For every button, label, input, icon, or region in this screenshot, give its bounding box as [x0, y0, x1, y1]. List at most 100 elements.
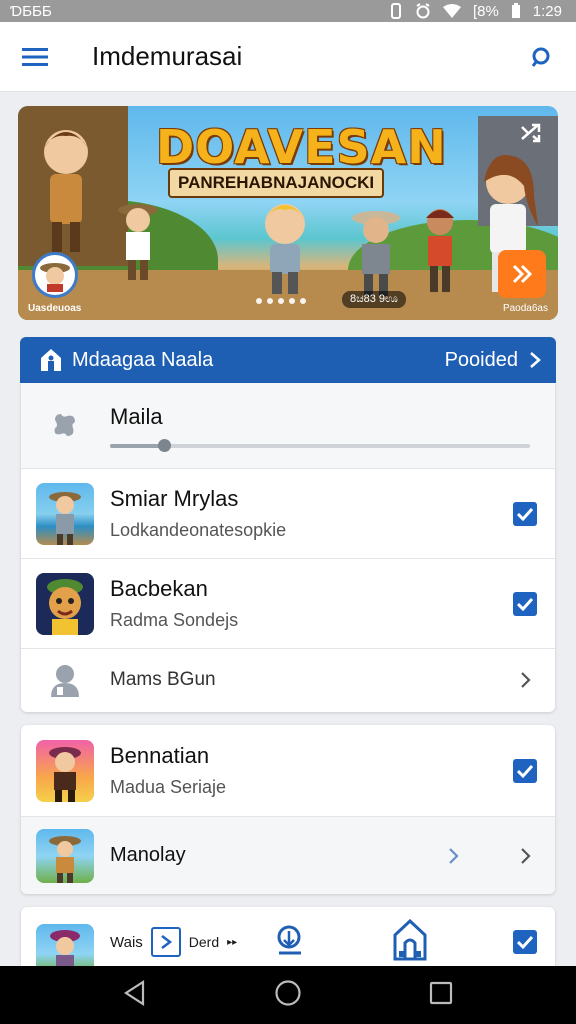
battery-icon [511, 3, 521, 19]
row-text: Bennatian Madua Seriaje [110, 743, 513, 798]
status-icons: [8% 1:29 [389, 3, 562, 20]
carousel-dot[interactable] [278, 298, 284, 304]
game-thumbnail [36, 572, 94, 635]
search-icon [531, 47, 550, 67]
game-thumbnail [36, 482, 94, 545]
back-triangle-icon [124, 979, 145, 1006]
game-thumbnail [36, 739, 94, 802]
check-icon [517, 935, 533, 949]
expand-button[interactable] [441, 844, 465, 868]
carousel-dot[interactable] [267, 298, 273, 304]
row-text: Smiar Mrylas Lodkandeonatesopkie [110, 486, 513, 541]
row-text: Manolay [110, 844, 441, 867]
row-subtitle: Madua Seriaje [110, 777, 227, 797]
progress-fill [110, 443, 164, 448]
row-title: Mams BGun [110, 668, 216, 690]
section-header[interactable]: Mdaagaa Naala Pooided [20, 337, 556, 383]
search-button[interactable] [506, 22, 576, 92]
row-title: Smiar Mrylas [110, 486, 239, 511]
banner-subtitle: PANREHABNAJANOCKI [168, 168, 385, 198]
shuffle-icon [521, 123, 541, 143]
row-subtitle: Lodkandeonatesopkie [110, 520, 287, 540]
cloud-download-icon[interactable] [275, 923, 305, 962]
chevron-button[interactable] [513, 668, 537, 692]
house-icon[interactable] [393, 918, 427, 966]
carousel-dot[interactable] [289, 298, 295, 304]
row-title: Bennatian [110, 743, 210, 768]
banner-character-4 [348, 206, 404, 296]
progress-slider[interactable] [110, 438, 530, 452]
row-title: Maila [110, 403, 163, 429]
row-title: Wais [110, 933, 143, 951]
battery-text: [8% [472, 2, 499, 20]
status-left-text: ƊƂƂƂ [10, 2, 52, 20]
row-title: Bacbekan [110, 576, 208, 601]
banner-character-5 [418, 202, 462, 292]
check-icon [517, 507, 533, 521]
chevron-right-icon [449, 847, 459, 864]
home-button[interactable] [274, 979, 302, 1012]
carousel-dots[interactable] [256, 298, 306, 304]
checkbox-checked[interactable] [513, 758, 537, 783]
list-item[interactable]: Mams BGun [21, 649, 555, 710]
list-item[interactable]: Manolay [21, 817, 555, 894]
app-bar: Imdemurasai [0, 22, 576, 92]
chevron-right-icon [530, 352, 541, 368]
more-icon: ▸▸ [227, 936, 238, 948]
app-title: Imdemurasai [92, 41, 243, 71]
list-item[interactable]: Bennatian Madua Seriaje [21, 725, 555, 817]
wifi-icon [442, 4, 461, 18]
row-icon-wrap [36, 410, 94, 442]
section-title: Mdaagaa Naala [72, 348, 214, 371]
puzzle-icon [54, 413, 75, 436]
home-circle-icon [275, 979, 301, 1006]
carousel-dot[interactable] [300, 298, 306, 304]
banner-play-label: Paoda6as [502, 303, 548, 314]
chevron-right-icon [521, 847, 531, 864]
game-thumbnail [36, 828, 94, 883]
play-arrow-icon [512, 264, 533, 284]
system-nav-bar [0, 966, 576, 1024]
slider-thumb[interactable] [158, 438, 171, 452]
carousel-dot[interactable] [256, 298, 262, 304]
chevron-button[interactable] [513, 844, 537, 868]
game-list-card-2: Bennatian Madua Seriaje Manolay [21, 725, 555, 894]
section-action-label[interactable]: Pooided [445, 349, 518, 372]
row-subtitle: Radma Sondejs [110, 610, 239, 630]
back-button[interactable] [123, 979, 147, 1011]
banner-avatar-label: Uasdeuoas [28, 303, 82, 314]
arrow-box-icon[interactable] [150, 927, 181, 957]
chevron-right-icon [521, 671, 531, 688]
row-text: Wais Derd ▸▸ [110, 918, 513, 966]
banner-avatar[interactable] [32, 252, 78, 298]
list-item[interactable]: Bacbekan Radma Sondejs [21, 559, 555, 649]
shuffle-button[interactable] [516, 118, 546, 148]
alarm-icon [415, 3, 431, 19]
row-text: Bacbekan Radma Sondejs [110, 576, 513, 631]
banner-character-3 [250, 198, 320, 294]
banner-character-2 [118, 200, 158, 280]
row-icon-wrap [36, 663, 94, 697]
list-item[interactable]: Smiar Mrylas Lodkandeonatesopkie [21, 469, 555, 559]
row-text: Maila [110, 403, 555, 452]
checkbox-checked[interactable] [513, 501, 537, 526]
list-item[interactable]: Maila [21, 383, 555, 469]
hamburger-icon [22, 47, 48, 66]
home-icon [41, 349, 61, 371]
checkbox-checked[interactable] [513, 930, 537, 954]
checkbox-checked[interactable] [513, 591, 537, 616]
row-title: Manolay [110, 844, 186, 866]
game-list-card-1: Maila Smiar Mrylas Lodkandeonatesopkie B… [21, 383, 555, 712]
check-icon [517, 764, 533, 778]
menu-button[interactable] [0, 22, 70, 92]
row-extra: Derd [188, 934, 220, 950]
person-icon [51, 664, 79, 697]
banner-play-button[interactable] [498, 250, 546, 298]
featured-banner[interactable]: DOAVESAN PANREHABNAJANOCKI Uasdeuoas 8ಚ8… [18, 106, 558, 320]
clock: 1:29 [532, 2, 562, 20]
banner-info-pill: 8ಚ83 9ಊ [342, 291, 406, 308]
banner-character-1 [36, 124, 96, 254]
status-bar: ƊƂƂƂ [8% 1:29 [0, 0, 576, 22]
banner-title: DOAVESAN [156, 120, 447, 174]
recents-button[interactable] [429, 981, 453, 1010]
